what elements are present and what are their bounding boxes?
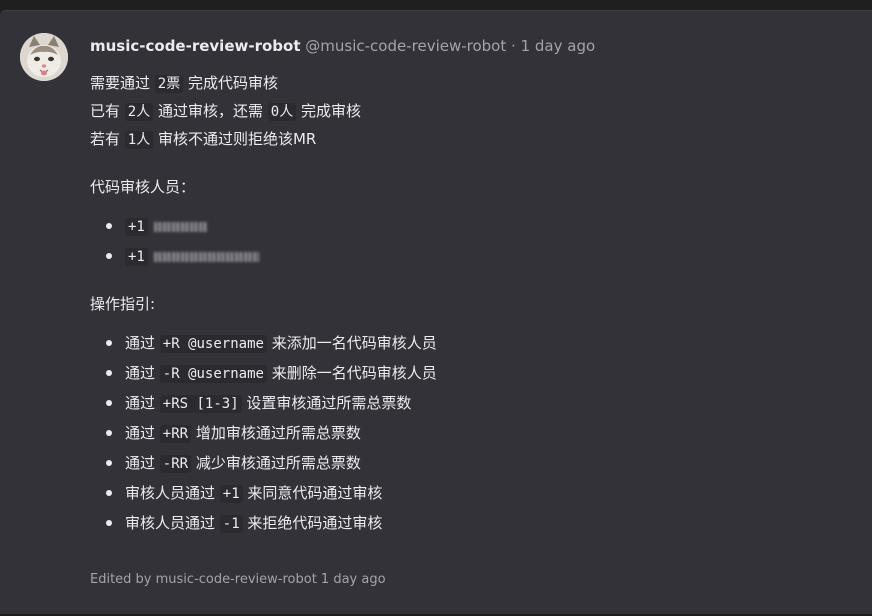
redacted-username	[153, 251, 259, 262]
inline-code: +1	[125, 218, 148, 236]
text: 来拒绝代码通过审核	[242, 514, 383, 532]
reviewers-title: 代码审核人员：	[90, 178, 196, 196]
text: 来删除一名代码审核人员	[266, 364, 437, 382]
text: 审核人员通过	[125, 484, 220, 502]
text: 审核不通过则拒绝该MR	[153, 130, 317, 148]
author-handle[interactable]: @music-code-review-robot	[305, 37, 506, 55]
text: 审核人员通过	[125, 514, 220, 532]
reviewer-list: +1 +1	[90, 211, 852, 271]
comment-content: music-code-review-robot @music-code-revi…	[90, 35, 852, 538]
comment-body: 需要通过 2票 完成代码审核 已有 2人 通过审核，还需 0人 完成审核 若有 …	[90, 70, 852, 538]
author-name[interactable]: music-code-review-robot	[90, 37, 301, 55]
comment-card: music-code-review-robot @music-code-revi…	[0, 10, 872, 614]
text: 若有	[90, 130, 125, 148]
inline-code: +1	[125, 248, 148, 266]
inline-code: -RR	[159, 455, 192, 473]
list-item: 审核人员通过 +1 来同意代码通过审核	[106, 478, 852, 508]
votes-needed-line: 需要通过 2票 完成代码审核	[90, 70, 852, 98]
text: 已有	[90, 102, 125, 120]
list-item: 通过 -R @username 来删除一名代码审核人员	[106, 358, 852, 388]
list-item: 通过 +RR 增加审核通过所需总票数	[106, 418, 852, 448]
meta-separator: ·	[511, 37, 516, 55]
inline-code: 0人	[267, 103, 297, 121]
text: 增加审核通过所需总票数	[191, 424, 361, 442]
comment-header: music-code-review-robot @music-code-revi…	[90, 35, 852, 57]
inline-code: 2票	[154, 75, 184, 93]
text: 来同意代码通过审核	[242, 484, 383, 502]
list-item: 通过 -RR 减少审核通过所需总票数	[106, 448, 852, 478]
text: 通过	[125, 334, 160, 352]
text: 完成代码审核	[183, 74, 278, 92]
list-item: +1	[106, 241, 852, 271]
inline-code: +1	[219, 485, 243, 503]
inline-code: 2人	[124, 103, 154, 121]
text: 来添加一名代码审核人员	[266, 334, 437, 352]
list-item: +1	[106, 211, 852, 241]
reject-rule-line: 若有 1人 审核不通过则拒绝该MR	[90, 126, 852, 154]
text: 通过	[125, 394, 160, 412]
guide-title: 操作指引:	[90, 295, 156, 313]
votes-status-line: 已有 2人 通过审核，还需 0人 完成审核	[90, 98, 852, 126]
inline-code: -1	[219, 515, 243, 533]
inline-code: +R @username	[159, 335, 267, 353]
text: 通过	[125, 454, 160, 472]
list-item: 通过 +R @username 来添加一名代码审核人员	[106, 328, 852, 358]
comment-time[interactable]: 1 day ago	[521, 37, 596, 55]
text: 通过	[125, 424, 160, 442]
inline-code: +RR	[159, 425, 192, 443]
text: 需要通过	[90, 74, 155, 92]
list-item: 审核人员通过 -1 来拒绝代码通过审核	[106, 508, 852, 538]
list-item: 通过 +RS [1-3] 设置审核通过所需总票数	[106, 388, 852, 418]
cat-avatar-icon[interactable]	[20, 33, 68, 81]
guide-list: 通过 +R @username 来添加一名代码审核人员 通过 -R @usern…	[90, 328, 852, 538]
inline-code: +RS [1-3]	[159, 395, 242, 413]
redacted-username	[153, 221, 208, 232]
text: 通过	[125, 364, 160, 382]
text: 减少审核通过所需总票数	[191, 454, 361, 472]
text: 设置审核通过所需总票数	[241, 394, 412, 412]
inline-code: -R @username	[159, 365, 267, 383]
text: 通过审核，还需	[153, 102, 268, 120]
inline-code: 1人	[124, 131, 154, 149]
edited-note: Edited by music-code-review-robot 1 day …	[90, 572, 386, 587]
text: 完成审核	[296, 102, 361, 120]
